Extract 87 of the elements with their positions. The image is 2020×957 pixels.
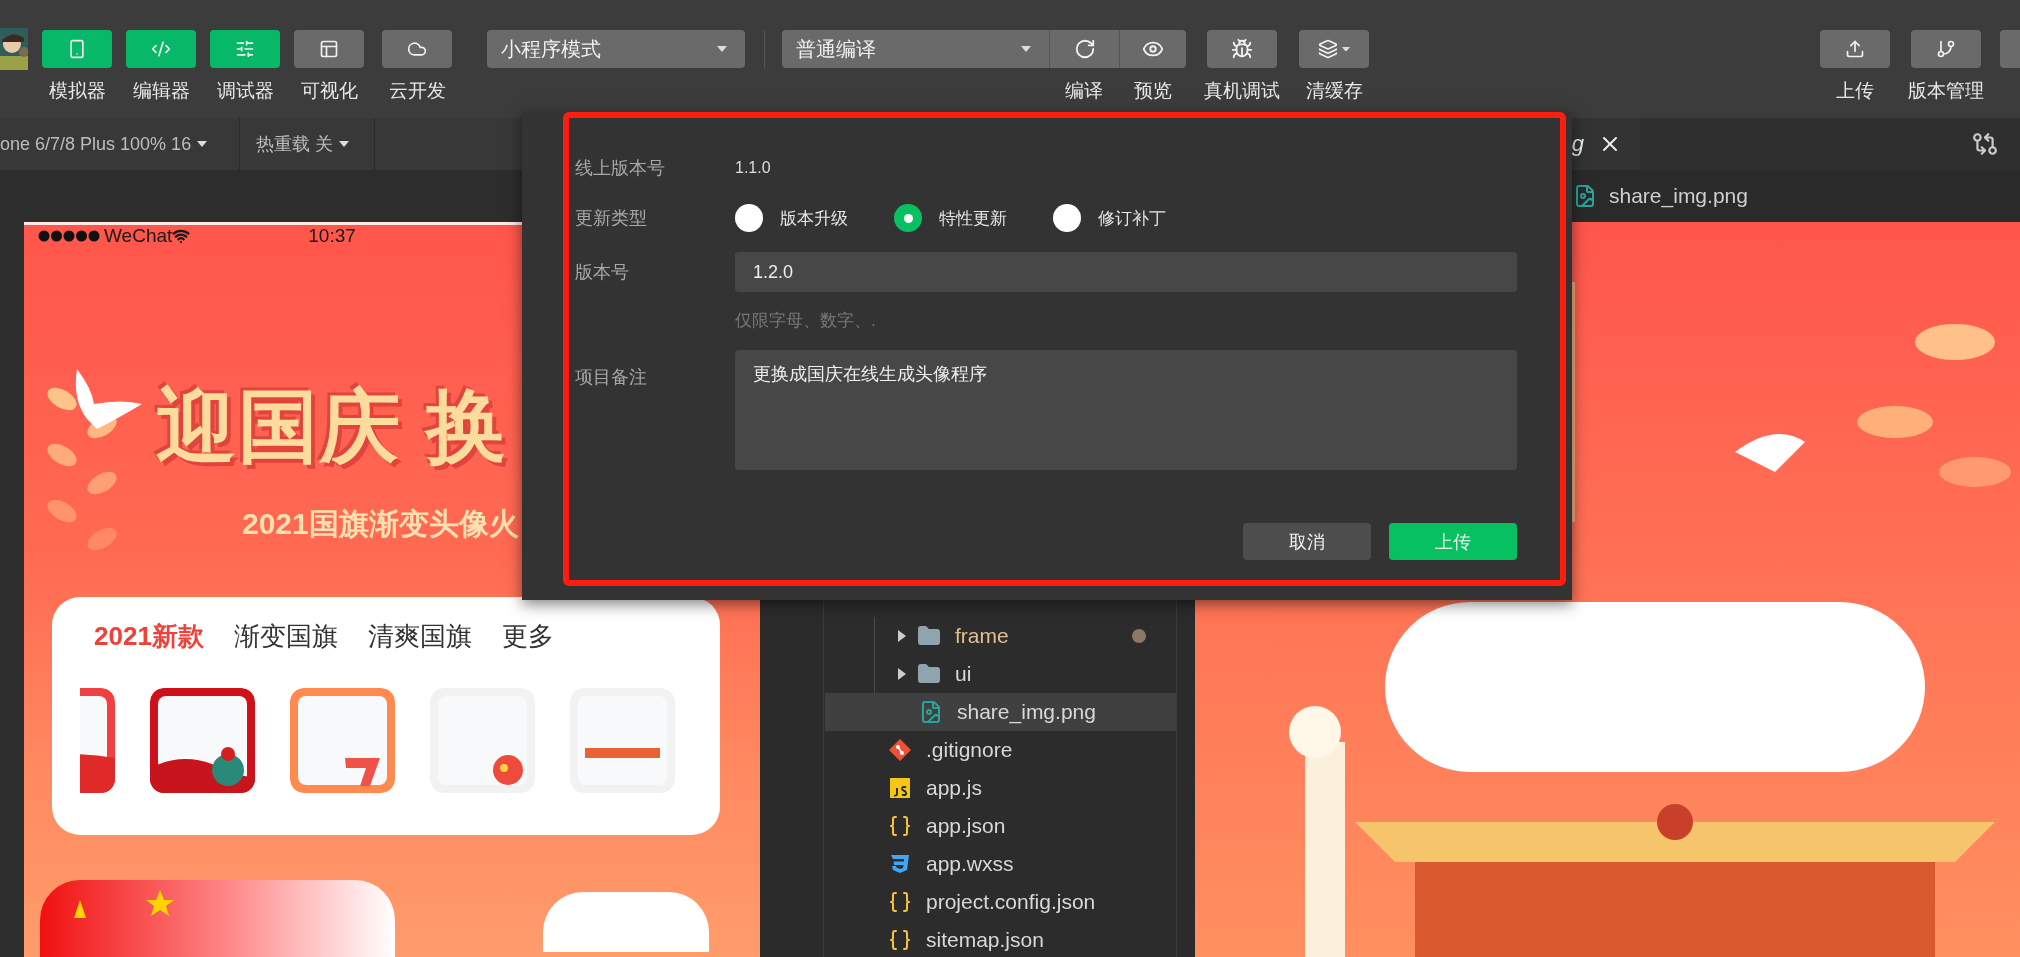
file-tree-item[interactable]: app.js [824,769,1176,807]
image-file-icon [1573,184,1597,208]
compare-icon[interactable] [1972,131,1998,157]
signal-icon [38,230,100,242]
compile-select[interactable]: 普通编译 [782,30,1049,68]
toolbar-button[interactable] [1049,30,1119,68]
braces-icon [888,928,912,952]
toolbar-button[interactable] [1911,30,1981,68]
field-hint: 仅限字母、数字、. [735,309,876,332]
toolbar-button[interactable] [1820,30,1890,68]
refresh-icon [1073,38,1096,60]
file-tree-item[interactable]: sitemap.json [824,921,1176,957]
banner-title: 迎国庆 换 [156,381,510,473]
toolbar-button[interactable] [294,30,364,68]
field-label: 更新类型 [575,207,648,230]
cancel-button[interactable]: 取消 [1243,523,1371,560]
braces-icon [888,814,912,838]
toolbar-label: 清缓存 [1305,80,1363,102]
caret-icon [1342,46,1350,52]
file-tree-item[interactable]: project.config.json [824,883,1176,921]
caret-icon [197,141,208,147]
field-value: 1.1.0 [735,159,771,177]
field-label: 项目备注 [575,366,648,389]
category-tab[interactable]: 更多 [501,619,554,654]
wifi-icon [172,227,191,245]
modified-dot [1132,629,1146,643]
toolbar-button[interactable] [382,30,452,68]
bug-icon [1231,38,1253,60]
carrier-text: WeChat [104,225,173,247]
toolbar-label: 编辑器 [132,80,190,102]
radio-label: 版本升级 [780,207,848,230]
toolbar-label: 编译 [1065,80,1103,102]
radio-label: 特性更新 [939,207,1007,230]
layout-icon [319,39,339,59]
radio-button[interactable] [1053,204,1081,232]
radio-button[interactable] [735,204,763,232]
file-tree-item[interactable]: frame [825,617,1176,655]
toolbar-button[interactable] [1207,30,1277,68]
toolbar-label: 模拟器 [48,80,106,102]
code-icon [151,39,171,59]
toolbar-label: 调试器 [216,80,274,102]
caret-icon [717,46,727,52]
status-time: 10:37 [308,225,356,247]
toolbar-label: 真机调试 [1204,80,1280,102]
branch-icon [1936,39,1956,59]
toolbar-label: 版本管理 [1908,80,1984,102]
file-tree-item[interactable]: app.json [824,807,1176,845]
field-label: 版本号 [575,261,630,284]
version-field[interactable]: 1.2.0 [735,252,1517,292]
radio-label: 修订补丁 [1098,207,1166,230]
file-tree-item[interactable]: ui [825,655,1176,693]
phone-icon [67,39,87,59]
breadcrumb-text: share_img.png [1609,184,1748,208]
device-select[interactable]: one 6/7/8 Plus 100% 16 [0,118,240,170]
field-label: 线上版本号 [575,157,666,180]
image-file-icon [919,700,943,724]
caret-right-icon [897,667,907,681]
cloud-icon [407,39,427,59]
file-tree-item[interactable]: .gitignore [824,731,1176,769]
braces-icon [888,890,912,914]
mode-select[interactable]: 小程序模式 [487,30,745,68]
toolbar-label: 上传 [1836,80,1874,102]
radio-button[interactable] [894,204,922,232]
toolbar-label: 预览 [1133,80,1172,102]
file-tree-item[interactable]: app.wxss [824,845,1176,883]
category-tab[interactable]: 清爽国旗 [367,619,472,654]
git-icon [888,738,912,762]
folder-icon [917,624,941,648]
toolbar-label: 云开发 [388,80,446,102]
folder-icon [917,662,941,686]
js-file-icon [888,776,912,800]
css-file-icon [888,852,912,876]
category-tab[interactable]: 2021新款 [94,619,204,654]
hot-reload-select[interactable]: 热重载 关 [240,118,375,170]
file-tree-item[interactable]: share_img.png [825,693,1176,731]
caret-right-icon [897,629,907,643]
layers-icon [1318,39,1338,59]
banner-subtitle: 2021国旗渐变头像火 [242,506,519,542]
sliders-icon [235,39,255,59]
caret-icon [1021,46,1031,52]
category-tab[interactable]: 渐变国旗 [233,619,338,654]
notes-field[interactable]: 更换成国庆在线生成头像程序 [735,350,1517,470]
toolbar-button[interactable] [1299,30,1369,68]
toolbar-label: 可视化 [300,80,358,102]
caret-icon [339,141,349,147]
upload-icon [1845,39,1865,59]
toolbar-button[interactable] [1119,30,1186,68]
